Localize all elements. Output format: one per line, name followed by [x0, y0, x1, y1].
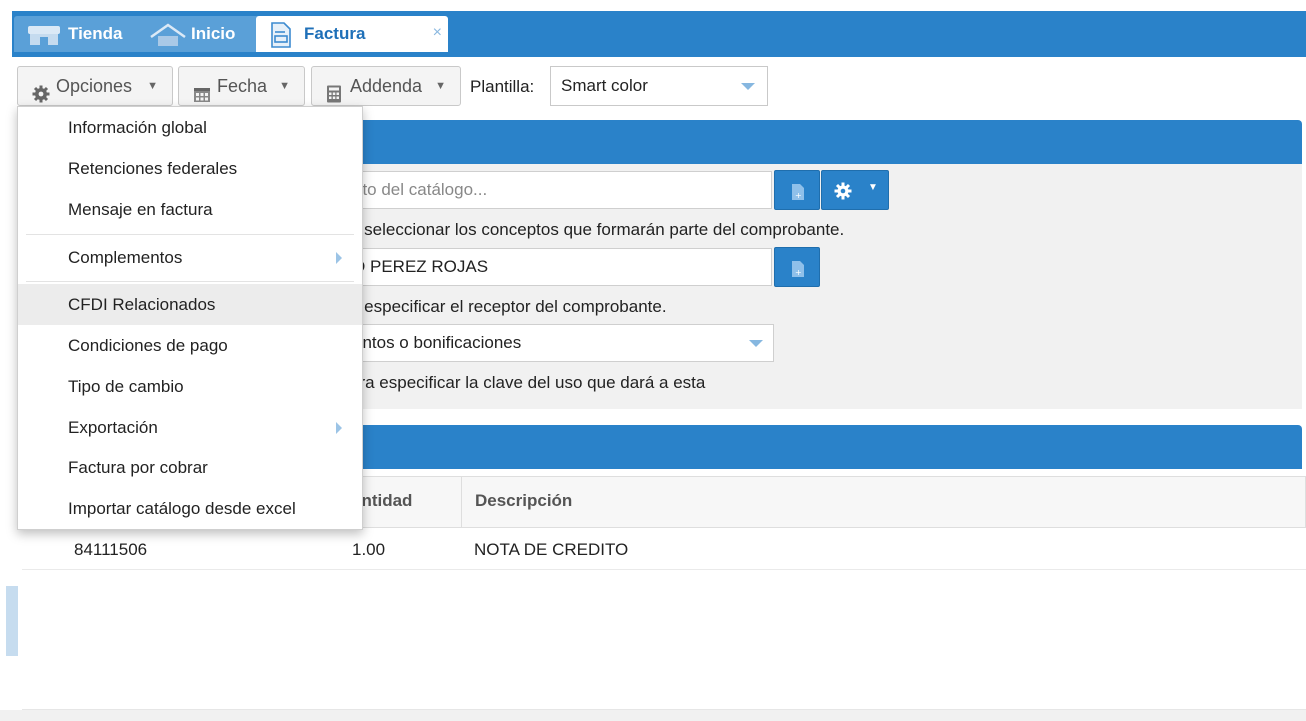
- close-icon[interactable]: ×: [433, 15, 442, 51]
- uso-hint: ara especificar la clave del uso que dar…: [350, 373, 706, 392]
- fecha-button[interactable]: Fecha ▼: [178, 66, 305, 106]
- gear-icon: [834, 182, 852, 205]
- row-cantidad: 1.00: [352, 540, 386, 559]
- concept-search-input[interactable]: pto del catálogo...: [342, 171, 772, 209]
- menu-item-label: Importar catálogo desde excel: [68, 499, 296, 518]
- menu-divider: [26, 234, 354, 235]
- caret-down-icon: ▼: [868, 182, 878, 193]
- footer-strip: [0, 710, 1306, 721]
- concept-search-placeholder: pto del catálogo...: [353, 180, 488, 199]
- menu-item-retenciones-federales[interactable]: Retenciones federales: [18, 148, 362, 189]
- tab-inicio-label: Inicio: [191, 24, 236, 43]
- menu-item-informacion-global[interactable]: Información global: [18, 107, 362, 148]
- menu-item-label: Información global: [68, 118, 207, 137]
- caret-down-icon: ▼: [279, 80, 290, 92]
- caret-down-icon: ▼: [435, 80, 446, 92]
- menu-item-factura-por-cobrar[interactable]: Factura por cobrar: [18, 447, 362, 488]
- menu-item-label: Factura por cobrar: [68, 458, 208, 477]
- menu-item-label: Mensaje en factura: [68, 200, 213, 219]
- tab-tienda-label: Tienda: [68, 24, 123, 43]
- tab-factura-label: Factura: [304, 24, 366, 43]
- uso-value: entos o bonificaciones: [353, 333, 522, 352]
- table-body-empty: [22, 570, 1306, 710]
- svg-text:+: +: [795, 191, 802, 200]
- uso-select[interactable]: entos o bonificaciones: [342, 324, 774, 362]
- add-receptor-button[interactable]: +: [774, 247, 820, 287]
- addenda-button[interactable]: Addenda ▼: [311, 66, 461, 106]
- concept-options-button[interactable]: ▼: [821, 170, 889, 210]
- submenu-arrow-icon: [336, 422, 342, 434]
- row-descripcion: NOTA DE CREDITO: [474, 540, 629, 559]
- invoice-icon: [270, 22, 292, 61]
- menu-item-label: Condiciones de pago: [68, 336, 228, 355]
- menu-item-label: Retenciones federales: [68, 159, 238, 178]
- table-row[interactable]: 84111506 1.00 NOTA DE CREDITO: [22, 528, 1306, 570]
- addenda-label: Addenda: [350, 76, 423, 96]
- menu-item-label: CFDI Relacionados: [68, 295, 216, 314]
- plantilla-select[interactable]: Smart color: [550, 66, 768, 106]
- menu-item-exportacion[interactable]: Exportación: [18, 407, 362, 448]
- menu-item-label: Tipo de cambio: [68, 377, 184, 396]
- menu-divider: [26, 281, 354, 282]
- home-icon: [149, 23, 187, 60]
- menu-item-label: Exportación: [68, 418, 158, 437]
- store-icon: [26, 23, 62, 59]
- menu-item-cfdi-relacionados[interactable]: CFDI Relacionados: [18, 284, 362, 325]
- table-panel-header: [342, 425, 1302, 469]
- menu-item-tipo-de-cambio[interactable]: Tipo de cambio: [18, 366, 362, 407]
- menu-item-condiciones-de-pago[interactable]: Condiciones de pago: [18, 325, 362, 366]
- collapse-handle[interactable]: [6, 586, 18, 656]
- submenu-arrow-icon: [336, 252, 342, 264]
- concept-hint: a seleccionar los conceptos que formarán…: [350, 220, 845, 239]
- column-divider: [461, 477, 462, 527]
- row-clave: 84111506: [74, 540, 148, 559]
- opciones-button[interactable]: Opciones ▼: [17, 66, 173, 106]
- plantilla-value: Smart color: [561, 76, 648, 95]
- opciones-label: Opciones: [56, 76, 133, 96]
- menu-item-label: Complementos: [68, 248, 183, 267]
- column-descripcion[interactable]: Descripción: [475, 476, 572, 526]
- panel-header: [342, 120, 1302, 164]
- new-file-icon: +: [791, 260, 805, 283]
- menu-item-mensaje-en-factura[interactable]: Mensaje en factura: [18, 189, 362, 230]
- caret-down-icon: ▼: [147, 80, 158, 92]
- menu-item-importar-catalogo[interactable]: Importar catálogo desde excel: [18, 488, 362, 529]
- plantilla-label: Plantilla:: [470, 77, 535, 96]
- receptor-hint: a especificar el receptor del comprobant…: [350, 297, 667, 316]
- tab-factura[interactable]: Factura ×: [256, 16, 448, 52]
- receptor-field[interactable]: D PEREZ ROJAS: [342, 248, 772, 286]
- chevron-down-icon: [741, 83, 755, 90]
- svg-text:+: +: [795, 268, 802, 277]
- chevron-down-icon: [749, 340, 763, 347]
- receptor-value: D PEREZ ROJAS: [353, 257, 489, 276]
- add-concept-button[interactable]: +: [774, 170, 820, 210]
- menu-item-complementos[interactable]: Complementos: [18, 237, 362, 278]
- new-file-icon: +: [791, 183, 805, 206]
- fecha-label: Fecha: [217, 76, 268, 96]
- opciones-menu: Información global Retenciones federales…: [17, 106, 363, 530]
- tab-bar: Tienda Inicio Factura ×: [12, 11, 1306, 57]
